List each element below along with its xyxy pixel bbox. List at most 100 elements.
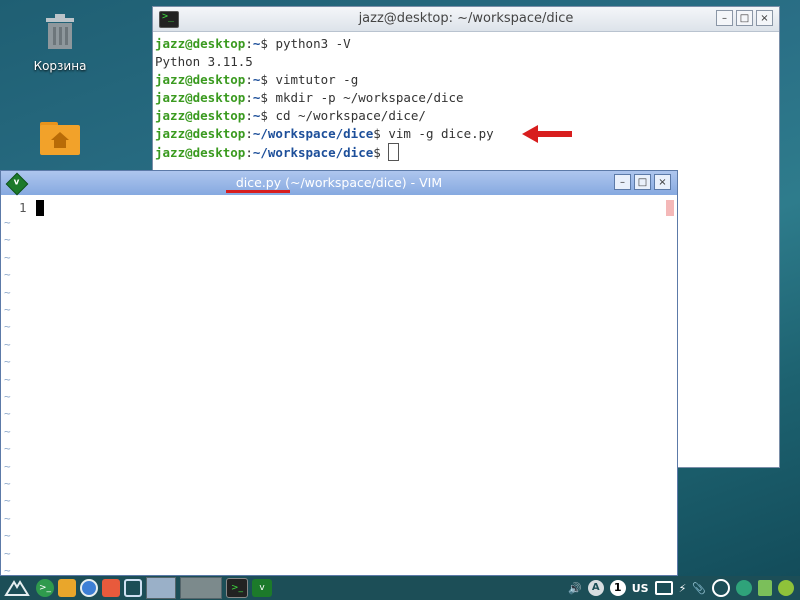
prompt-path: ~/workspace/dice xyxy=(252,126,374,141)
prompt-dollar: $ xyxy=(260,90,276,105)
battery-icon[interactable]: ⚡ xyxy=(679,582,687,595)
terminal-line: jazz@desktop:~$ mkdir -p ~/workspace/dic… xyxy=(155,89,777,107)
trash-desktop-icon[interactable]: Корзина xyxy=(20,12,100,73)
terminal-line: jazz@desktop:~$ python3 -V xyxy=(155,35,777,53)
command-text: vim -g dice.py xyxy=(388,126,494,141)
line-number: 1 xyxy=(19,200,27,215)
prompt-user: jazz@desktop xyxy=(155,108,246,123)
prompt-separator: : xyxy=(245,126,253,141)
terminal-close-button[interactable]: × xyxy=(756,10,773,26)
prompt-dollar: $ xyxy=(373,145,389,160)
terminal-minimize-button[interactable]: – xyxy=(716,10,733,26)
notes-icon[interactable] xyxy=(758,580,772,596)
trash-icon xyxy=(46,14,74,49)
command-text: vimtutor -g xyxy=(275,72,359,87)
empty-line-tilde: ~ xyxy=(4,320,11,334)
prompt-separator: : xyxy=(245,108,253,123)
prompt-user: jazz@desktop xyxy=(155,145,246,160)
empty-line-tilde: ~ xyxy=(4,477,11,490)
app-launcher-icon[interactable] xyxy=(102,579,120,597)
clock-icon[interactable] xyxy=(736,580,752,596)
empty-line-tilde: ~ xyxy=(4,407,11,421)
terminal-line: Python 3.11.5 xyxy=(155,53,777,71)
terminal-cursor xyxy=(388,143,400,161)
scrollbar-marker xyxy=(666,200,674,216)
prompt-dollar: $ xyxy=(260,108,276,123)
terminal-titlebar[interactable]: jazz@desktop: ~/workspace/dice – □ × xyxy=(153,7,779,32)
prompt-path: ~/workspace/dice xyxy=(252,145,374,160)
vim-titlebar[interactable]: v dice.py (~/workspace/dice) - VIM – □ × xyxy=(1,171,677,196)
taskbar-terminal-button[interactable]: >_ xyxy=(226,578,248,598)
taskbar-vim-button[interactable]: v xyxy=(252,579,272,597)
empty-line-tilde: ~ xyxy=(4,337,11,351)
vim-window[interactable]: v dice.py (~/workspace/dice) - VIM – □ ×… xyxy=(0,170,678,577)
terminal-output[interactable]: jazz@desktop:~$ python3 -V Python 3.11.5 j… xyxy=(153,32,779,165)
vim-editor-area[interactable]: 1 ~ ~ ~ ~ ~ ~ ~ ~ ~ ~ ~ ~ ~ ~ ~ ~ ~ ~ ~ ~ ~ xyxy=(1,196,677,577)
prompt-user: jazz@desktop xyxy=(155,90,246,105)
empty-line-tilde: ~ xyxy=(4,424,11,438)
empty-line-tilde: ~ xyxy=(4,250,11,264)
prompt-separator: : xyxy=(245,90,253,105)
terminal-launcher-icon[interactable]: >_ xyxy=(36,579,54,597)
vim-maximize-button[interactable]: □ xyxy=(634,174,651,190)
network-icon[interactable] xyxy=(712,579,730,597)
empty-line-tilde: ~ xyxy=(4,442,11,456)
terminal-line: jazz@desktop:~$ cd ~/workspace/dice/ xyxy=(155,107,777,125)
prompt-dollar: $ xyxy=(260,72,276,87)
file-manager-icon[interactable] xyxy=(58,579,76,597)
prompt-user: jazz@desktop xyxy=(155,126,246,141)
prompt-separator: : xyxy=(245,72,253,87)
home-folder-desktop-icon[interactable] xyxy=(20,118,100,159)
app-menu-button[interactable] xyxy=(2,578,32,598)
command-text: python3 -V xyxy=(275,36,351,51)
browser-icon[interactable] xyxy=(80,579,98,597)
prompt-user: jazz@desktop xyxy=(155,72,246,87)
empty-line-tilde: ~ xyxy=(4,233,11,247)
prompt-user: jazz@desktop xyxy=(155,36,246,51)
volume-icon[interactable]: 🔊 xyxy=(568,582,582,595)
command-text: cd ~/workspace/dice/ xyxy=(275,108,426,123)
keyboard-layout[interactable]: US xyxy=(632,582,649,595)
vim-title: dice.py (~/workspace/dice) - VIM xyxy=(235,175,443,190)
red-arrow-annotation xyxy=(522,125,572,143)
empty-line-tilde: ~ xyxy=(4,459,11,473)
prompt-separator: : xyxy=(245,36,253,51)
workspace-number[interactable]: 1 xyxy=(609,580,626,596)
empty-line-tilde: ~ xyxy=(4,494,11,508)
terminal-title: jazz@desktop: ~/workspace/dice xyxy=(358,11,574,26)
text-cursor xyxy=(36,200,44,216)
home-folder-icon xyxy=(40,122,80,155)
empty-line-tilde: ~ xyxy=(4,511,11,525)
workspace-1[interactable] xyxy=(146,577,176,599)
terminal-line: jazz@desktop:~$ vimtutor -g xyxy=(155,71,777,89)
red-underline-annotation xyxy=(226,190,290,193)
prompt-separator: : xyxy=(245,145,253,160)
empty-line-tilde: ~ xyxy=(4,390,11,403)
empty-line-tilde: ~ xyxy=(4,268,11,282)
taskbar: >_ >_ v 🔊 A 1 US ⚡ 📎 xyxy=(0,576,800,600)
vim-close-button[interactable]: × xyxy=(654,174,671,190)
empty-line-tilde: ~ xyxy=(4,372,11,386)
update-icon[interactable]: A xyxy=(587,580,604,596)
show-desktop-icon[interactable] xyxy=(124,579,142,597)
terminal-line: jazz@desktop:~/workspace/dice$ xyxy=(155,143,777,162)
prompt-dollar: $ xyxy=(260,36,276,51)
empty-line-tilde: ~ xyxy=(4,303,11,316)
empty-line-tilde: ~ xyxy=(4,546,11,560)
command-text: mkdir -p ~/workspace/dice xyxy=(275,90,464,105)
power-icon[interactable] xyxy=(778,580,794,596)
empty-line-tilde: ~ xyxy=(4,355,11,369)
screen-icon[interactable] xyxy=(654,581,673,595)
workspace-2[interactable] xyxy=(180,577,222,599)
terminal-line: jazz@desktop:~/workspace/dice$ vim -g di… xyxy=(155,125,777,143)
trash-label: Корзина xyxy=(33,59,87,73)
lxqt-menu-icon xyxy=(4,580,30,596)
prompt-dollar: $ xyxy=(373,126,389,141)
empty-line-tilde: ~ xyxy=(4,529,11,543)
empty-line-tilde: ~ xyxy=(4,285,11,299)
empty-line-tilde: ~ xyxy=(4,216,11,229)
terminal-maximize-button[interactable]: □ xyxy=(736,10,753,26)
terminal-output-text: Python 3.11.5 xyxy=(155,54,253,69)
vim-minimize-button[interactable]: – xyxy=(614,174,631,190)
clip-icon[interactable]: 📎 xyxy=(692,582,706,595)
